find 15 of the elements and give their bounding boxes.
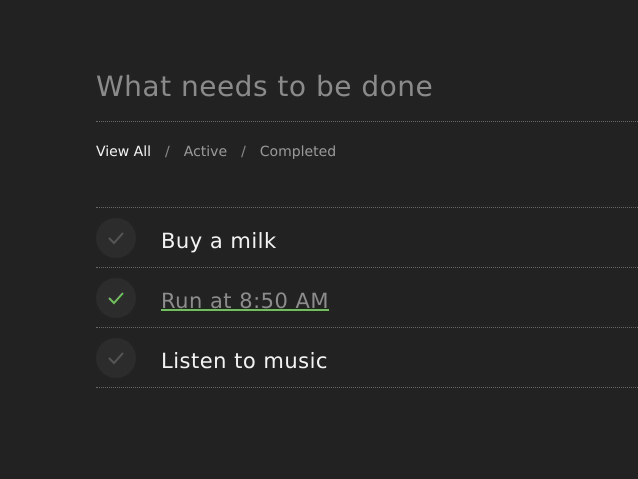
filter-tab[interactable]: Completed	[260, 144, 336, 160]
todo-text: Listen to music	[161, 348, 328, 372]
filter-tab[interactable]: View All	[96, 144, 152, 160]
todo-text: Run at 8:50 AM	[161, 288, 330, 312]
complete-toggle[interactable]	[96, 218, 136, 258]
check-icon	[107, 230, 125, 244]
filter-separator: /	[241, 144, 246, 160]
new-todo-input[interactable]: What needs to be done	[96, 64, 638, 122]
filter-separator: /	[165, 144, 170, 160]
complete-toggle[interactable]	[96, 338, 136, 378]
check-icon	[107, 290, 125, 304]
complete-toggle[interactable]	[96, 278, 136, 318]
check-icon	[107, 350, 125, 364]
filter-tab[interactable]: Active	[184, 144, 228, 160]
todo-text: Buy a milk	[161, 228, 277, 252]
